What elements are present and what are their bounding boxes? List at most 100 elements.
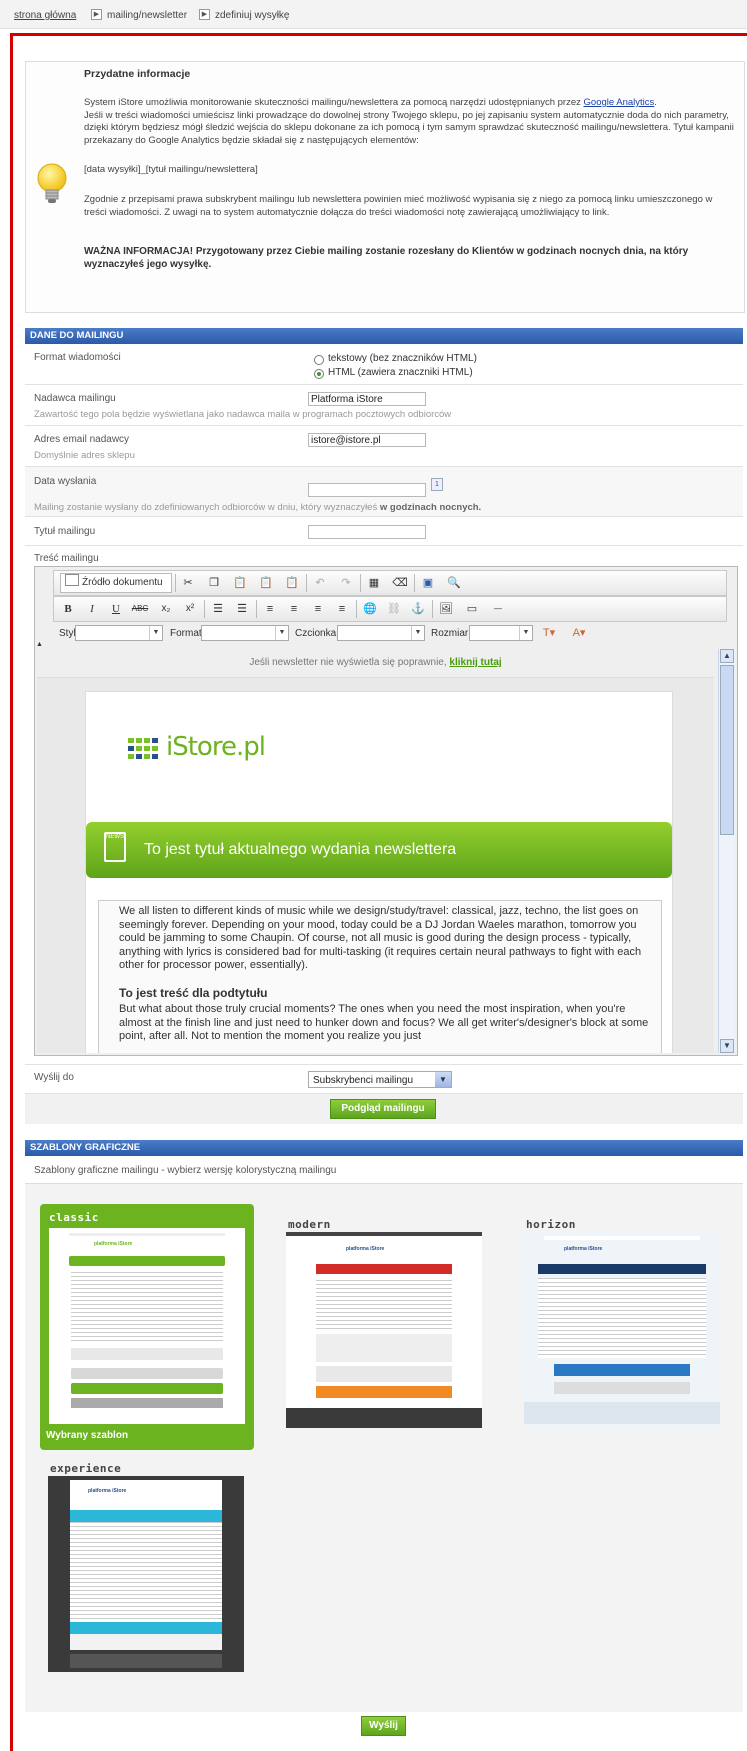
bullet-list-icon[interactable]: ☰ [232,599,252,619]
format-html-label: HTML (zawiera znaczniki HTML) [328,367,473,378]
numbered-list-icon[interactable]: ☰ [208,599,228,619]
copy-icon[interactable]: ❐ [204,573,224,593]
size-select[interactable]: ▼ [469,625,533,641]
template-name: classic [49,1211,99,1224]
scroll-down-arrow-icon[interactable]: ▼ [720,1039,734,1053]
preview-bar: Podgląd mailingu [25,1094,743,1124]
align-left-icon[interactable]: ≡ [260,599,280,619]
editor-content-area[interactable]: Jeśli newsletter nie wyświetla się popra… [37,649,714,1053]
align-justify-icon[interactable]: ≡ [332,599,352,619]
horizontal-rule-icon[interactable]: — [488,599,508,619]
align-right-icon[interactable]: ≡ [308,599,328,619]
sender-row: Nadawca mailingu Platforma iStore Zawart… [25,385,743,426]
breadcrumb-home-link[interactable]: strona główna [14,10,76,21]
view-online-notice: Jeśli newsletter nie wyświetla się popra… [37,649,714,678]
sendto-row: Wyślij do Subskrybenci mailingu ▼ [25,1065,743,1094]
title-input[interactable] [308,525,426,539]
template-modern[interactable]: modern platforma iStore [286,1218,482,1428]
scroll-up-arrow-icon[interactable]: ▲ [720,649,734,663]
logo-text: iStore.pl [166,732,266,762]
redo-icon[interactable]: ↷ [336,573,356,593]
undo-icon[interactable]: ↶ [310,573,330,593]
editor-toolbar-row-3: Styl ▼ Format ▼ Czcionka ▼ Rozmiar ▼ T▾ … [53,622,725,646]
align-center-icon[interactable]: ≡ [284,599,304,619]
template-experience[interactable]: experience platforma iStore [48,1462,244,1672]
anchor-icon[interactable]: ⚓ [408,599,428,619]
breadcrumb-item-mailing[interactable]: mailing/newsletter [107,10,187,21]
format-row: Format wiadomości tekstowy (bez znacznik… [25,344,743,385]
view-online-link[interactable]: kliknij tutaj [449,657,501,668]
subscript-icon[interactable]: x₂ [156,599,176,619]
strikethrough-icon[interactable]: ABC [130,599,150,619]
editor-scrollbar[interactable]: ▲ ▼ [718,649,735,1053]
templates-description-row: Szablony graficzne mailingu - wybierz we… [25,1156,743,1184]
paste-text-icon[interactable]: 📋 [256,573,276,593]
breadcrumb-item-current: zdefiniuj wysyłkę [215,10,290,21]
newsletter-preview: iStore.pl NEWS To jest tytuł aktualnego … [85,691,673,1053]
selected-template-label: Wybrany szablon [46,1430,129,1441]
body-label: Treść mailingu [34,553,99,564]
italic-icon[interactable]: I [82,599,102,619]
link-icon[interactable]: 🌐 [360,599,380,619]
table-icon[interactable]: ▦ [364,573,384,593]
arrow-right-icon: ▶ [91,9,102,20]
send-button[interactable]: Wyślij [361,1716,406,1736]
chevron-down-icon[interactable]: ▼ [435,1072,451,1087]
cut-icon[interactable]: ✂ [178,573,198,593]
calendar-icon[interactable]: 1 [431,478,443,491]
format-select[interactable]: ▼ [201,625,289,641]
email-row: Adres email nadawcy istore@istore.pl Dom… [25,426,743,467]
newsletter-subtitle: To jest treść dla podtytułu [119,986,268,1000]
size-label: Rozmiar [431,628,469,639]
info-paragraph-1: System iStore umożliwia monitorowanie sk… [84,97,734,146]
format-html-radio[interactable] [314,369,324,379]
eraser-icon[interactable]: ⌫ [390,573,410,593]
sender-input[interactable]: Platforma iStore [308,392,426,406]
background-color-icon[interactable]: A▾ [569,623,589,643]
format-text-label: tekstowy (bez znaczników HTML) [328,353,477,364]
box-icon[interactable]: ▭ [462,599,482,619]
bold-icon[interactable]: B [58,599,78,619]
date-row: Data wysłania 1 Mailing zostanie wysłany… [25,467,743,517]
email-hint: Domyślnie adres sklepu [34,450,135,461]
email-input[interactable]: istore@istore.pl [308,433,426,447]
info-important-note: WAŻNA INFORMACJA! Przygotowany przez Cie… [84,246,689,270]
info-paragraph-2: [data wysyłki]_[tytuł mailingu/newslette… [84,164,258,175]
sendto-select[interactable]: Subskrybenci mailingu ▼ [308,1071,452,1088]
format-select-label: Format [170,628,202,639]
paste-word-icon[interactable]: 📋 [282,573,302,593]
format-text-radio[interactable] [314,355,324,365]
template-thumbnail: platforma iStore [49,1228,245,1424]
template-name: horizon [526,1218,576,1231]
template-name: modern [288,1218,331,1231]
arrow-right-icon: ▶ [199,9,210,20]
newsletter-paragraph-1: We all listen to different kinds of musi… [119,905,642,971]
font-select[interactable]: ▼ [337,625,425,641]
date-input[interactable] [308,483,426,497]
paste-icon[interactable]: 📋 [230,573,250,593]
template-horizon[interactable]: horizon platforma iStore [524,1218,720,1428]
logo-grid-icon [128,738,158,759]
style-select[interactable]: ▼ [75,625,163,641]
text-color-icon[interactable]: T▾ [539,623,559,643]
maximize-icon[interactable]: ▣ [418,573,438,593]
underline-icon[interactable]: U [106,599,126,619]
collapse-toolbar-icon[interactable]: ▲ [36,641,43,648]
template-thumbnail: platforma iStore [48,1476,244,1672]
style-label: Styl [59,628,76,639]
template-classic[interactable]: classic platforma iStore Wybrany szablon [40,1204,254,1450]
newsletter-headline: To jest tytuł aktualnego wydania newslet… [144,841,457,858]
scroll-thumb[interactable] [720,665,734,835]
templates-header: SZABLONY GRAFICZNE [25,1140,743,1156]
templates-description: Szablony graficzne mailingu - wybierz we… [34,1165,337,1176]
template-thumbnail: platforma iStore [286,1232,482,1428]
preview-mailing-button[interactable]: Podgląd mailingu [330,1099,436,1119]
preview-icon[interactable]: 🔍 [444,573,464,593]
title-label: Tytuł mailingu [34,526,96,537]
superscript-icon[interactable]: x² [180,599,200,619]
google-analytics-link[interactable]: Google Analytics [584,97,655,108]
source-button[interactable]: Źródło dokumentu [60,573,172,593]
lightbulb-icon [37,163,67,203]
unlink-icon[interactable]: ⛓ [384,599,404,619]
image-icon[interactable]: 🖼 [436,599,456,619]
